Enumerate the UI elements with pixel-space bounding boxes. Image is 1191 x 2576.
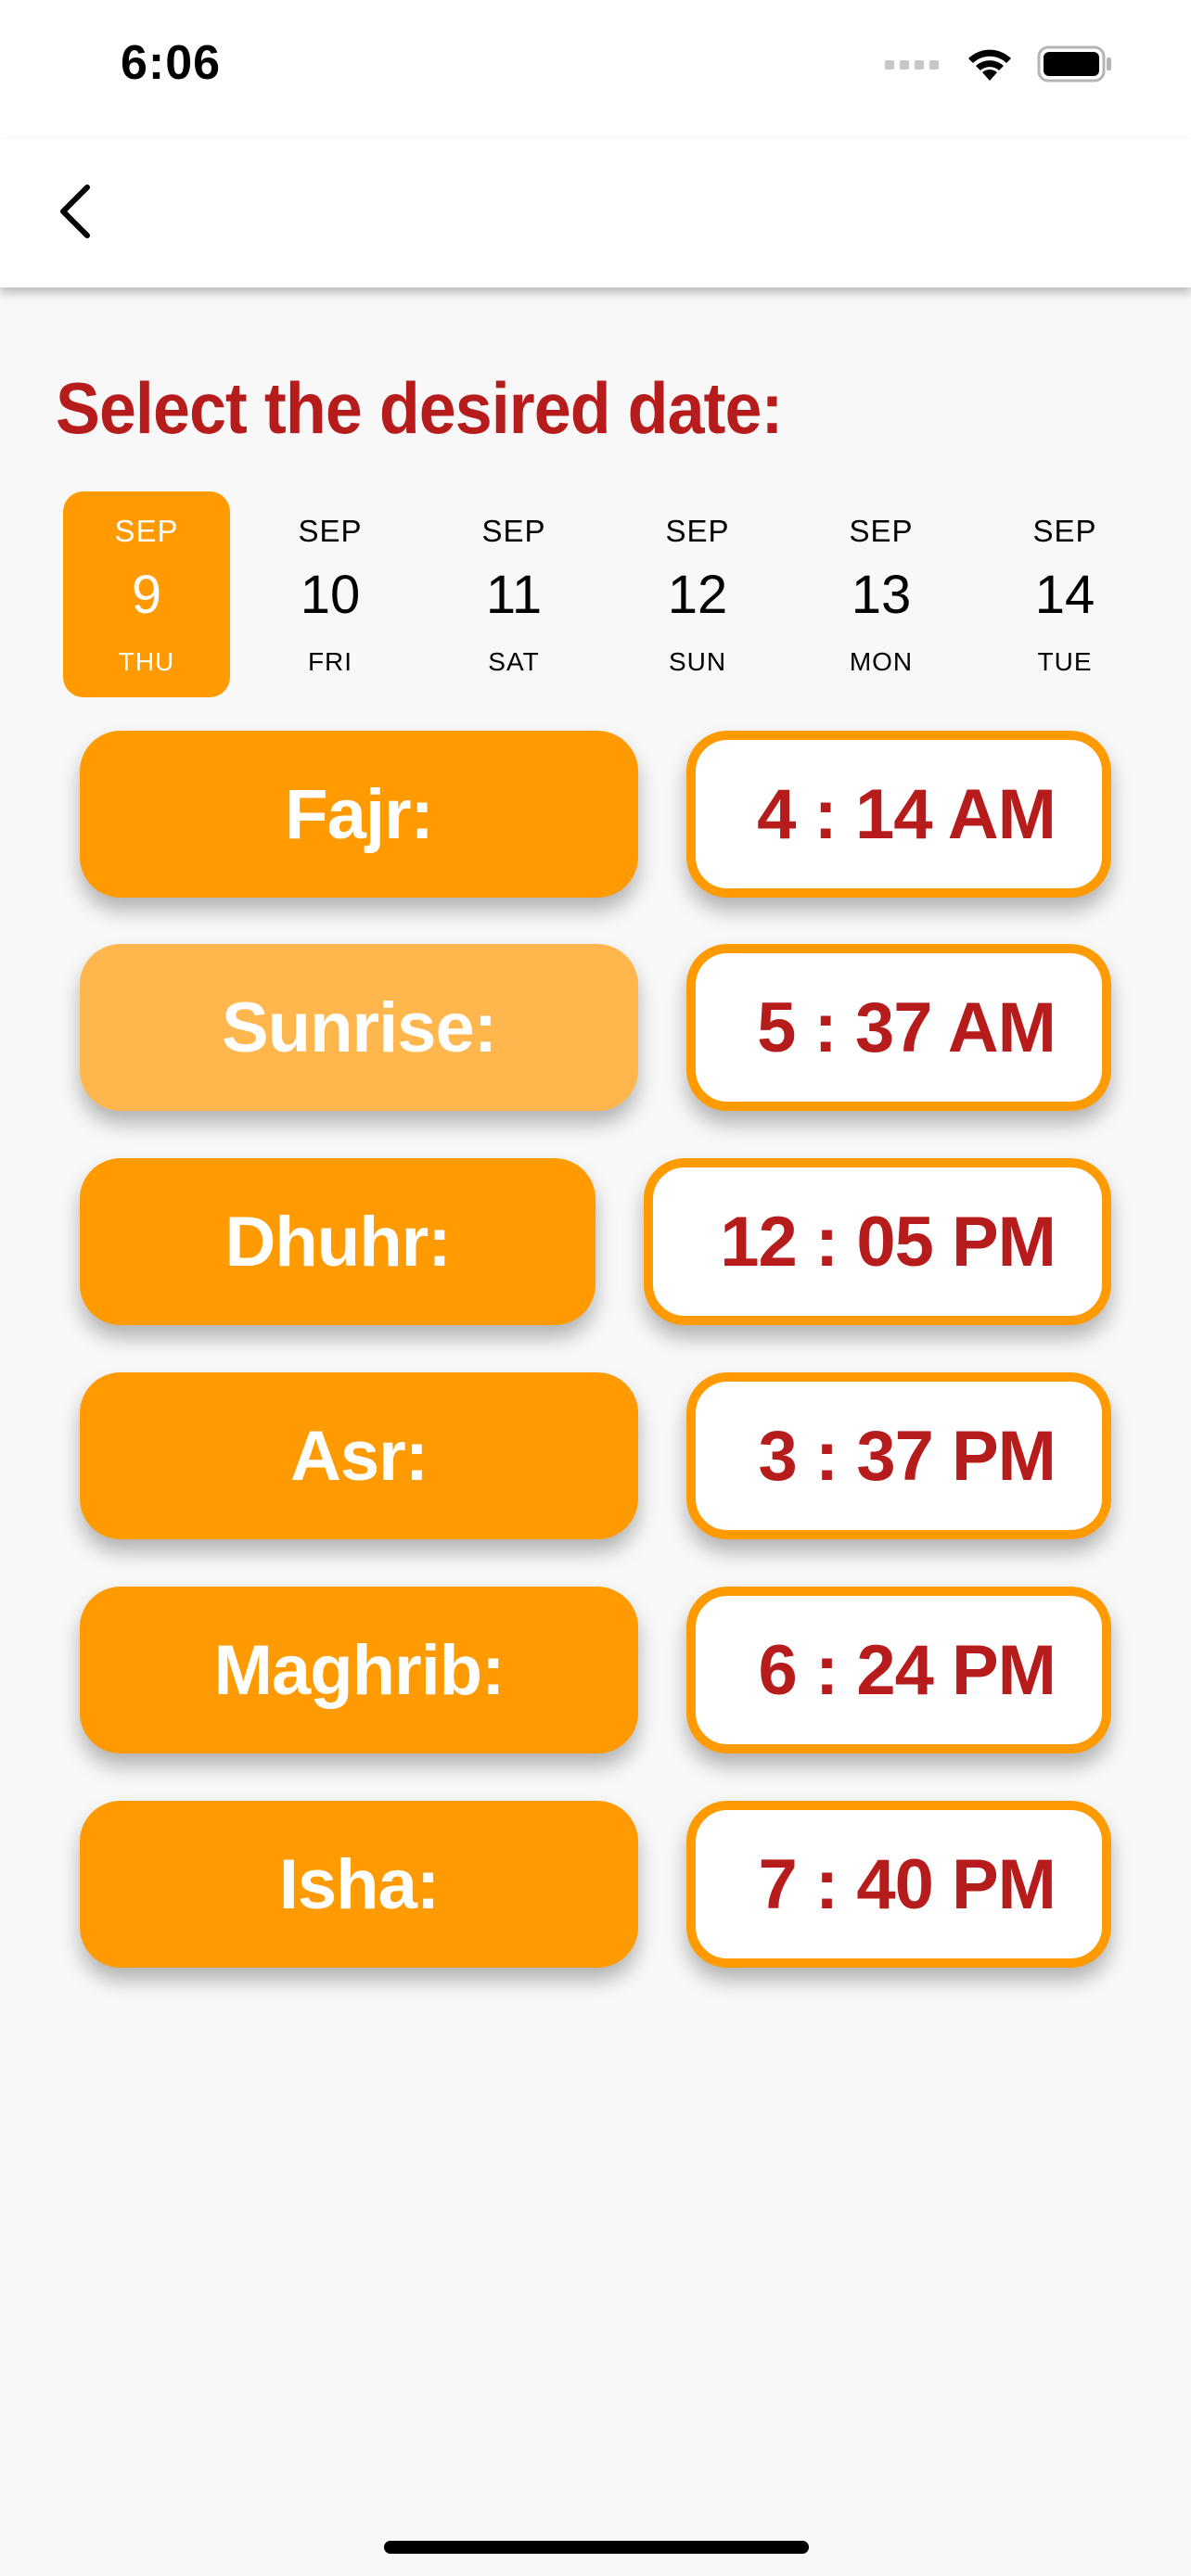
date-item-sep-9[interactable]: SEP 9 THU — [63, 491, 230, 697]
prayer-row-sunrise: Sunrise: 5 : 37 AM — [0, 944, 1191, 1111]
prayer-name-label: Fajr: — [80, 731, 638, 898]
date-month: SEP — [1032, 514, 1097, 548]
date-day: 9 — [131, 565, 162, 625]
prayer-name-label: Sunrise: — [80, 944, 638, 1111]
date-item-sep-12[interactable]: SEP 12 SUN — [614, 491, 781, 697]
prayer-row-maghrib: Maghrib: 6 : 24 PM — [0, 1587, 1191, 1753]
prayer-time-value: 5 : 37 AM — [686, 944, 1111, 1111]
cellular-signal-icon — [885, 57, 942, 75]
date-weekday: MON — [849, 647, 914, 676]
back-button[interactable] — [28, 167, 121, 260]
date-month: SEP — [298, 514, 363, 548]
status-bar: 6:06 — [0, 0, 1191, 139]
date-weekday: SUN — [668, 647, 727, 676]
prayer-name-label: Maghrib: — [80, 1587, 638, 1753]
date-item-sep-11[interactable]: SEP 11 SAT — [430, 491, 597, 697]
prayer-row-fajr: Fajr: 4 : 14 AM — [0, 731, 1191, 898]
date-month: SEP — [481, 514, 546, 548]
date-weekday: TUE — [1037, 647, 1093, 676]
prayer-time-value: 7 : 40 PM — [686, 1801, 1111, 1968]
prayer-row-isha: Isha: 7 : 40 PM — [0, 1801, 1191, 1968]
date-day: 11 — [485, 565, 543, 625]
chevron-left-icon — [54, 182, 95, 246]
date-day: 14 — [1034, 565, 1095, 625]
date-weekday: FRI — [307, 647, 353, 676]
prayer-time-value: 3 : 37 PM — [686, 1372, 1111, 1539]
date-item-sep-13[interactable]: SEP 13 MON — [798, 491, 965, 697]
date-item-sep-10[interactable]: SEP 10 FRI — [247, 491, 414, 697]
date-month: SEP — [114, 514, 179, 548]
prayer-row-dhuhr: Dhuhr: 12 : 05 PM — [0, 1158, 1191, 1325]
prayer-time-value: 12 : 05 PM — [644, 1158, 1111, 1325]
date-weekday: SAT — [488, 647, 540, 676]
date-day: 12 — [667, 565, 728, 625]
date-day: 13 — [851, 565, 912, 625]
date-month: SEP — [665, 514, 730, 548]
date-weekday: THU — [118, 647, 175, 676]
prayer-name-label: Asr: — [80, 1372, 638, 1539]
status-time: 6:06 — [121, 36, 222, 90]
prayer-name-label: Isha: — [80, 1801, 638, 1968]
status-icons — [885, 43, 1113, 89]
prayer-time-value: 4 : 14 AM — [686, 731, 1111, 898]
prayer-row-asr: Asr: 3 : 37 PM — [0, 1372, 1191, 1539]
date-day: 10 — [300, 565, 361, 625]
page-title: Select the desired date: — [56, 367, 783, 449]
navigation-bar — [0, 139, 1191, 287]
prayer-name-label: Dhuhr: — [80, 1158, 596, 1325]
wifi-icon — [965, 45, 1015, 87]
date-month: SEP — [849, 514, 914, 548]
home-indicator — [384, 2541, 809, 2554]
date-item-sep-14[interactable]: SEP 14 TUE — [981, 491, 1148, 697]
battery-icon — [1037, 45, 1113, 87]
prayer-time-value: 6 : 24 PM — [686, 1587, 1111, 1753]
date-strip: SEP 9 THU SEP 10 FRI SEP 11 SAT SEP 12 S… — [63, 491, 1167, 697]
